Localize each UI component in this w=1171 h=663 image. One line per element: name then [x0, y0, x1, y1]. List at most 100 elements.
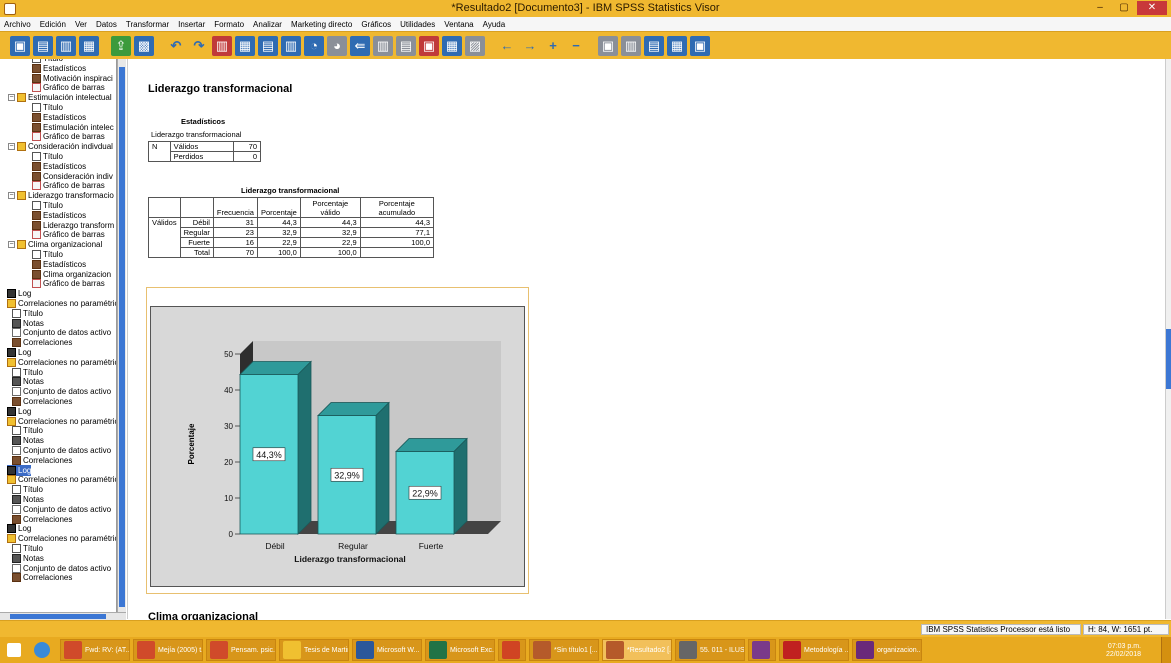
- menu-archivo[interactable]: Archivo: [4, 20, 31, 29]
- menu-gráficos[interactable]: Gráficos: [361, 20, 391, 29]
- taskbar-button[interactable]: Microsoft Exc...: [425, 639, 495, 661]
- procedure-node-icon: [7, 416, 16, 426]
- taskbar-button-label: Tesis de Martin: [304, 646, 349, 654]
- freq-cell: 16: [212, 237, 258, 248]
- open-icon[interactable]: ▣: [10, 35, 30, 56]
- taskbar-button[interactable]: [498, 639, 526, 661]
- outline-scrollbar[interactable]: [117, 59, 126, 619]
- freq-header-cell: Porcentaje válido: [299, 197, 361, 218]
- menu-ayuda[interactable]: Ayuda: [483, 20, 506, 29]
- collapse-toggle-icon[interactable]: −: [8, 94, 15, 102]
- print-icon[interactable]: ▥: [56, 35, 76, 56]
- insert-output-icon[interactable]: ▨: [465, 35, 485, 56]
- menu-edición[interactable]: Edición: [40, 20, 66, 29]
- outline-item[interactable]: Gráfico de barras: [32, 278, 105, 289]
- outline-item-label: Gráfico de barras: [43, 279, 105, 289]
- window-title: *Resultado2 [Documento3] - IBM SPSS Stat…: [451, 2, 720, 14]
- output-scroll-thumb[interactable]: [1166, 329, 1171, 389]
- freq-cell: 100,0: [299, 247, 361, 258]
- minimize-button[interactable]: –: [1089, 1, 1111, 15]
- stats-cell: [148, 151, 171, 162]
- menu-ver[interactable]: Ver: [75, 20, 87, 29]
- windows-start-icon[interactable]: [4, 639, 28, 661]
- taskbar-button[interactable]: Metodología ...: [779, 639, 849, 661]
- dataset-icon: [12, 328, 21, 338]
- taskbar-button[interactable]: [748, 639, 776, 661]
- internet-explorer-icon[interactable]: [31, 639, 57, 661]
- freq-cell: Débil: [179, 217, 214, 228]
- insert-title-icon[interactable]: ▣: [419, 35, 439, 56]
- freq-cell: 23: [212, 227, 258, 238]
- taskbar-button[interactable]: *Sin título1 [...: [529, 639, 599, 661]
- outline-hscroll-thumb[interactable]: [10, 614, 106, 619]
- taskbar-button[interactable]: Tesis de Martin: [279, 639, 349, 661]
- taskbar-button[interactable]: *Resultado2 [...: [602, 639, 672, 661]
- statistics-table-icon: [12, 455, 21, 465]
- menu-datos[interactable]: Datos: [96, 20, 117, 29]
- collapse-toggle-icon[interactable]: −: [8, 241, 15, 249]
- insert-heading-icon[interactable]: ▤: [396, 35, 416, 56]
- outline-item-label: Gráfico de barras: [43, 132, 105, 142]
- export-icon[interactable]: ⇪: [111, 35, 131, 56]
- book-icon[interactable]: ▥: [621, 35, 641, 56]
- goto-case-icon[interactable]: ▥: [212, 35, 232, 56]
- select-cases-icon[interactable]: ▥: [281, 35, 301, 56]
- insert-text-icon[interactable]: ▦: [442, 35, 462, 56]
- menu-ventana[interactable]: Ventana: [444, 20, 473, 29]
- menu-insertar[interactable]: Insertar: [178, 20, 205, 29]
- demote-icon[interactable]: ▥: [373, 35, 393, 56]
- expand-icon[interactable]: +: [543, 36, 563, 56]
- promote-icon[interactable]: ⇚: [350, 35, 370, 56]
- bar-chart-icon: [32, 83, 41, 93]
- outline-hscrollbar[interactable]: [0, 612, 126, 620]
- frequency-table[interactable]: Frecuencia Porcentaje Porcentaje válido Por…: [148, 197, 435, 258]
- output-scrollbar[interactable]: [1165, 59, 1171, 619]
- recall-dialog-icon[interactable]: ▩: [134, 35, 154, 56]
- freq-row: Total 70 100,0 100,0: [148, 247, 435, 258]
- menu-formato[interactable]: Formato: [214, 20, 244, 29]
- undo-icon[interactable]: ↶: [166, 36, 186, 56]
- menu-transformar[interactable]: Transformar: [126, 20, 169, 29]
- taskbar-button[interactable]: Mejía (2005) t...: [133, 639, 203, 661]
- new-window-icon[interactable]: ▦: [667, 35, 687, 56]
- insert-table-icon[interactable]: ▤: [644, 35, 664, 56]
- collapse-toggle-icon[interactable]: −: [8, 143, 15, 151]
- collapse-toggle-icon[interactable]: −: [8, 192, 15, 200]
- notes-icon: [12, 377, 21, 387]
- stats-table[interactable]: N Válidos 70 Perdidos 0: [148, 141, 261, 162]
- outline-scroll-thumb[interactable]: [119, 67, 125, 607]
- statistics-table-icon: [32, 73, 41, 83]
- print-preview-icon[interactable]: ▦: [79, 35, 99, 56]
- show-desktop-button[interactable]: [1161, 637, 1171, 663]
- outline-item-label: Consideración indiv: [43, 171, 113, 181]
- menu-marketing-directo[interactable]: Marketing directo: [291, 20, 352, 29]
- taskbar-button[interactable]: Pensam. psic...: [206, 639, 276, 661]
- procedure-node-icon: [17, 191, 26, 201]
- save-icon[interactable]: ▤: [33, 35, 53, 56]
- hide-icon[interactable]: ◕: [327, 35, 347, 56]
- outline-item-label: Correlaciones: [23, 573, 73, 583]
- menu-utilidades[interactable]: Utilidades: [400, 20, 435, 29]
- back-icon[interactable]: ←: [497, 36, 517, 56]
- insert-image-icon[interactable]: ▣: [690, 35, 710, 56]
- menu-analizar[interactable]: Analizar: [253, 20, 282, 29]
- close-button[interactable]: ✕: [1137, 1, 1167, 15]
- taskbar-button[interactable]: Fwd: RV: (AT...: [60, 639, 130, 661]
- freq-row: Regular 23 32,9 32,9 77,1: [148, 227, 435, 238]
- goto-variable-icon[interactable]: ▦: [235, 35, 255, 56]
- maximize-button[interactable]: ▢: [1113, 1, 1135, 15]
- forward-icon[interactable]: →: [520, 36, 540, 56]
- variables-icon[interactable]: ▤: [258, 35, 278, 56]
- freq-cell: [359, 247, 435, 258]
- freq-cell: Total: [179, 247, 214, 258]
- bar-chart[interactable]: 0 10 20 30 40 50 Porcentaje 44,3% Débil 32,9% Regu…: [150, 306, 525, 587]
- taskbar-button[interactable]: organizacion...: [852, 639, 922, 661]
- taskbar-button[interactable]: 55. 011 - ILUS...: [675, 639, 745, 661]
- collapse-icon[interactable]: −: [566, 36, 586, 56]
- designate-window-icon[interactable]: ▣: [598, 35, 618, 56]
- outline-item[interactable]: Correlaciones: [12, 572, 72, 583]
- show-icon[interactable]: ◔: [304, 35, 324, 56]
- freq-cell: 44,3: [299, 217, 361, 228]
- redo-icon[interactable]: ↷: [189, 36, 209, 56]
- taskbar-button[interactable]: Microsoft W...: [352, 639, 422, 661]
